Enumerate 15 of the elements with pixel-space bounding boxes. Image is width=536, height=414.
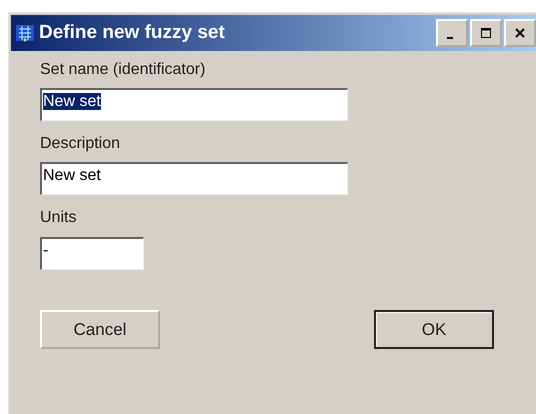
- field-label: Description: [40, 135, 122, 154]
- text-field[interactable]: New set: [40, 162, 348, 195]
- close-icon: [513, 26, 527, 40]
- field-label: Set name (identificator): [40, 61, 206, 80]
- window-title: Define new fuzzy set: [39, 22, 226, 44]
- maximize-icon: [479, 26, 493, 40]
- maximize-button[interactable]: [470, 19, 502, 47]
- field-label: Units: [40, 209, 78, 228]
- dialog-button[interactable]: OK: [374, 310, 494, 349]
- app-icon: [15, 23, 35, 43]
- close-button[interactable]: [504, 19, 536, 47]
- text-field[interactable]: New set: [40, 88, 348, 121]
- dialog-button[interactable]: Cancel: [40, 310, 160, 349]
- minimize-icon: [447, 37, 453, 39]
- text-field[interactable]: -: [40, 237, 144, 270]
